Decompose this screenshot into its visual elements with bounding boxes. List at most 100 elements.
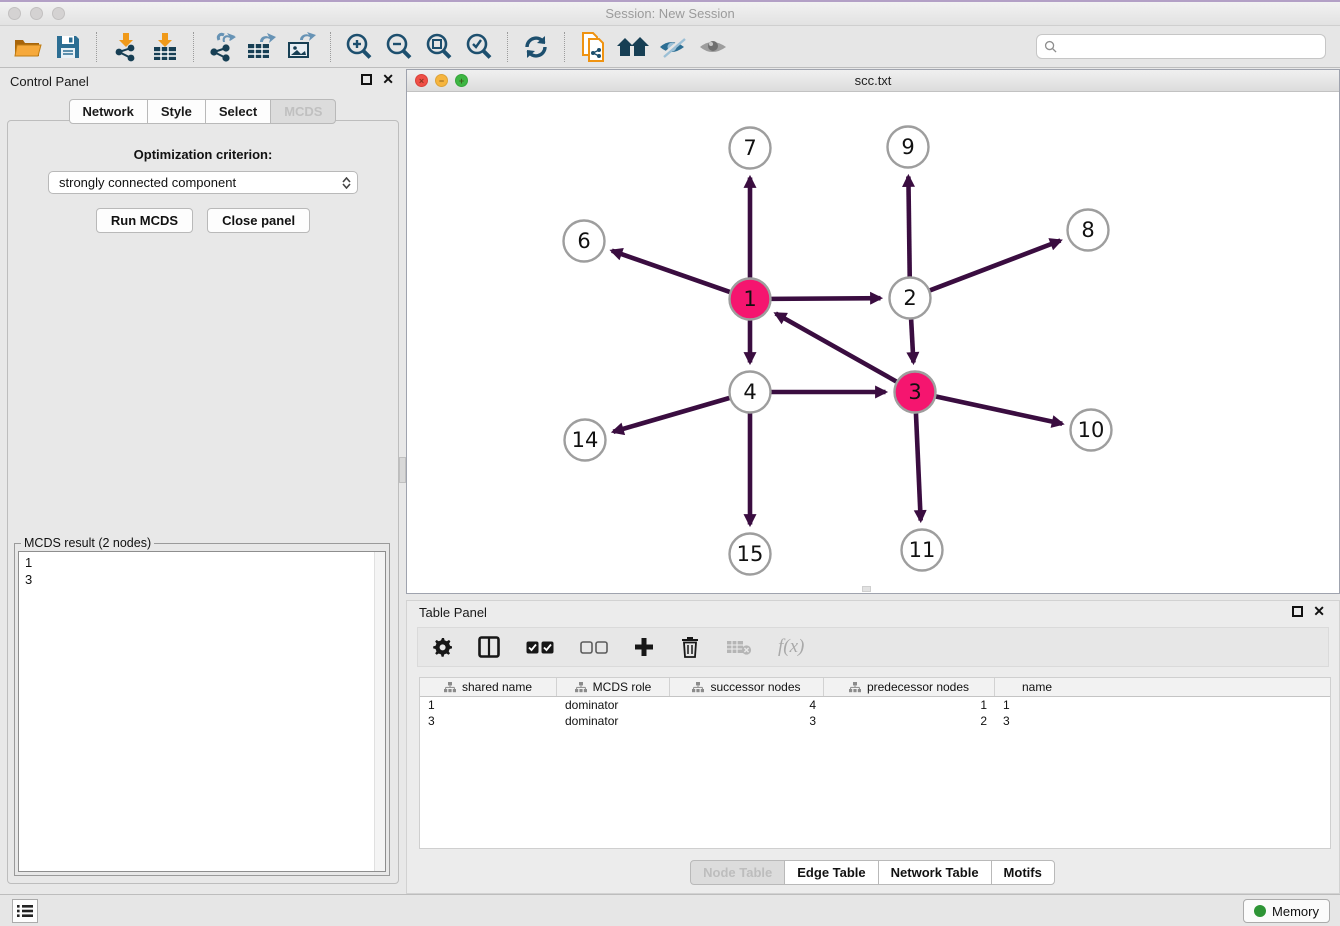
graph-node-label: 7 (743, 136, 756, 160)
graph-edge-1-2[interactable] (771, 298, 880, 299)
table-tabs: Node Table Edge Table Network Table Moti… (407, 860, 1339, 885)
settings-gear-icon[interactable] (432, 634, 452, 660)
graph-edge-3-11[interactable] (916, 413, 921, 520)
network-window-titlebar[interactable]: × − + scc.txt (407, 70, 1339, 92)
delete-table-icon[interactable] (726, 634, 752, 660)
column-header-successor-nodes[interactable]: successor nodes (670, 678, 824, 696)
list-icon (17, 904, 33, 918)
canvas-resize-handle[interactable] (862, 586, 871, 592)
import-table-icon[interactable] (145, 30, 185, 64)
tab-network[interactable]: Network (69, 99, 148, 124)
search-input[interactable] (1062, 40, 1318, 54)
table-row[interactable]: 1 dominator 4 1 1 (420, 697, 1330, 713)
tab-mcds[interactable]: MCDS (270, 99, 336, 124)
graph-edge-4-14[interactable] (613, 398, 729, 432)
graph-edge-2-8[interactable] (930, 241, 1060, 291)
zoom-selected-icon[interactable] (459, 30, 499, 64)
deselect-checkboxes-icon[interactable] (580, 634, 608, 660)
cell-successor-nodes[interactable]: 4 (670, 698, 824, 712)
split-columns-icon[interactable] (478, 634, 500, 660)
export-image-icon[interactable] (282, 30, 322, 64)
graph-node-4[interactable]: 4 (730, 372, 771, 413)
memory-button[interactable]: Memory (1243, 899, 1330, 923)
cell-predecessor-nodes[interactable]: 2 (824, 714, 995, 728)
control-panel: Control Panel ✕ Network Style Select MCD… (0, 69, 406, 894)
add-column-icon[interactable] (634, 634, 654, 660)
export-table-icon[interactable] (242, 30, 282, 64)
mcds-result-textarea[interactable]: 1 3 (18, 551, 386, 872)
export-network-icon[interactable] (202, 30, 242, 64)
node-table-header: shared name MCDS role successor nodes pr… (420, 678, 1330, 697)
import-network-icon[interactable] (105, 30, 145, 64)
graph-edge-3-10[interactable] (936, 397, 1062, 424)
optimization-criterion-dropdown[interactable]: strongly connected component (48, 171, 358, 194)
tab-edge-table[interactable]: Edge Table (784, 860, 878, 885)
cell-mcds-role[interactable]: dominator (557, 714, 670, 728)
graph-node-9[interactable]: 9 (888, 127, 929, 168)
graph-node-label: 3 (908, 380, 921, 404)
memory-status-icon (1254, 905, 1266, 917)
delete-column-trash-icon[interactable] (680, 634, 700, 660)
cell-predecessor-nodes[interactable]: 1 (824, 698, 995, 712)
column-header-mcds-role[interactable]: MCDS role (557, 678, 670, 696)
graph-node-2[interactable]: 2 (890, 278, 931, 319)
tab-network-table[interactable]: Network Table (878, 860, 992, 885)
save-session-icon[interactable] (48, 30, 88, 64)
search-box[interactable] (1036, 34, 1326, 59)
graph-node-14[interactable]: 14 (565, 420, 606, 461)
tab-motifs[interactable]: Motifs (991, 860, 1055, 885)
search-icon (1044, 40, 1057, 53)
tab-select[interactable]: Select (205, 99, 271, 124)
graph-node-11[interactable]: 11 (902, 530, 943, 571)
close-table-panel-icon[interactable]: ✕ (1313, 606, 1325, 617)
float-table-panel-icon[interactable] (1292, 606, 1303, 617)
cell-shared-name[interactable]: 1 (420, 698, 557, 712)
graph-node-6[interactable]: 6 (564, 221, 605, 262)
splitter-handle[interactable] (399, 457, 406, 483)
graph-edge-2-3[interactable] (911, 319, 913, 362)
home-view-icon[interactable] (613, 30, 653, 64)
cell-shared-name[interactable]: 3 (420, 714, 557, 728)
close-panel-button[interactable]: Close panel (207, 208, 310, 233)
zoom-out-icon[interactable] (379, 30, 419, 64)
zoom-in-icon[interactable] (339, 30, 379, 64)
close-panel-icon[interactable]: ✕ (382, 74, 394, 85)
cell-name[interactable]: 1 (995, 698, 1079, 712)
open-session-icon[interactable] (8, 30, 48, 64)
tab-node-table[interactable]: Node Table (690, 860, 785, 885)
graph-edge-3-1[interactable] (776, 313, 897, 381)
run-mcds-button[interactable]: Run MCDS (96, 208, 193, 233)
select-all-checkboxes-icon[interactable] (526, 634, 554, 660)
graph-node-10[interactable]: 10 (1071, 410, 1112, 451)
column-header-predecessor-nodes[interactable]: predecessor nodes (824, 678, 995, 696)
column-header-shared-name[interactable]: shared name (420, 678, 557, 696)
graph-node-8[interactable]: 8 (1068, 210, 1109, 251)
column-header-name[interactable]: name (995, 678, 1079, 696)
optimization-criterion-label: Optimization criterion: (8, 147, 398, 162)
cell-mcds-role[interactable]: dominator (557, 698, 670, 712)
clone-network-icon[interactable] (573, 30, 613, 64)
network-canvas[interactable]: 7 9 6 8 1 2 4 3 14 10 15 11 (407, 92, 1339, 593)
tab-style[interactable]: Style (147, 99, 206, 124)
table-panel: Table Panel ✕ (406, 600, 1340, 894)
float-panel-icon[interactable] (361, 74, 372, 85)
graph-edge-1-6[interactable] (612, 251, 730, 292)
refresh-layout-icon[interactable] (516, 30, 556, 64)
task-history-button[interactable] (12, 899, 38, 923)
graph-node-7[interactable]: 7 (730, 128, 771, 169)
hide-selected-eye-icon[interactable] (653, 30, 693, 64)
result-scrollbar[interactable] (374, 552, 385, 871)
graph-node-3[interactable]: 3 (895, 372, 936, 413)
graph-node-15[interactable]: 15 (730, 534, 771, 575)
graph-node-label: 4 (743, 380, 756, 404)
control-panel-header: Control Panel ✕ (0, 69, 406, 95)
cell-successor-nodes[interactable]: 3 (670, 714, 824, 728)
dropdown-arrows-icon (339, 177, 353, 189)
show-all-eye-icon[interactable] (693, 30, 733, 64)
zoom-fit-icon[interactable] (419, 30, 459, 64)
table-row[interactable]: 3 dominator 3 2 3 (420, 713, 1330, 729)
graph-edge-2-9[interactable] (908, 176, 909, 276)
app-titlebar: Session: New Session (0, 2, 1340, 26)
graph-node-1[interactable]: 1 (730, 279, 771, 320)
cell-name[interactable]: 3 (995, 714, 1079, 728)
